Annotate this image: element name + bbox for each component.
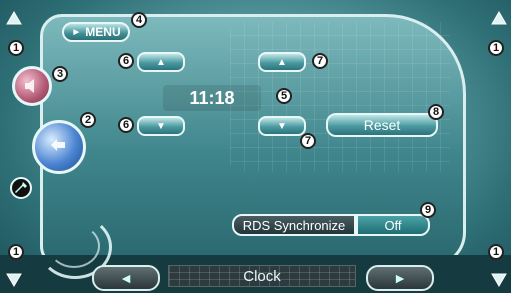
left-triangle-icon: ◄ — [119, 270, 133, 286]
callout-8: 8 — [428, 104, 444, 120]
callout-9: 9 — [420, 202, 436, 218]
speaker-icon — [25, 79, 34, 93]
scroll-down-arrow-icon[interactable] — [490, 270, 508, 288]
scroll-down-arrow-icon[interactable] — [5, 270, 23, 288]
down-triangle-icon: ▼ — [156, 120, 166, 132]
callout-5: 5 — [276, 88, 292, 104]
decorative-swirl — [48, 224, 100, 268]
settings-button[interactable] — [10, 177, 32, 199]
hour-down-button[interactable]: ▼ — [137, 116, 185, 136]
time-display: 11:18 — [163, 85, 261, 111]
right-triangle-icon: ► — [393, 270, 407, 286]
background-mosaic — [230, 22, 450, 172]
minute-down-button[interactable]: ▼ — [258, 116, 306, 136]
hour-up-button[interactable]: ▲ — [137, 52, 185, 72]
callout-1: 1 — [488, 244, 504, 260]
callout-1: 1 — [8, 244, 24, 260]
down-triangle-icon: ▼ — [277, 120, 287, 132]
rds-synchronize-value[interactable]: Off — [356, 214, 430, 236]
audio-button[interactable] — [12, 66, 52, 106]
play-triangle-icon: ► — [71, 26, 82, 38]
clock-settings-screen: ► MENU ▲ ▲ 11:18 ▼ ▼ Reset RDS Synchroni… — [0, 0, 511, 293]
callout-7: 7 — [312, 53, 328, 69]
scroll-up-arrow-icon[interactable] — [5, 10, 23, 28]
callout-2: 2 — [80, 112, 96, 128]
rds-synchronize-control: RDS Synchronize Off — [232, 214, 430, 236]
wrench-icon — [15, 182, 27, 193]
callout-4: 4 — [131, 12, 147, 28]
up-triangle-icon: ▲ — [156, 56, 166, 68]
return-arrow-icon — [51, 139, 65, 151]
back-button[interactable] — [32, 120, 86, 174]
footer-title: Clock — [168, 265, 356, 287]
reset-button[interactable]: Reset — [326, 113, 438, 137]
menu-button[interactable]: ► MENU — [62, 22, 130, 42]
callout-1: 1 — [488, 40, 504, 56]
scroll-up-arrow-icon[interactable] — [490, 10, 508, 28]
minute-up-button[interactable]: ▲ — [258, 52, 306, 72]
callout-6: 6 — [118, 117, 134, 133]
callout-1: 1 — [8, 40, 24, 56]
previous-button[interactable]: ◄ — [92, 265, 160, 291]
up-triangle-icon: ▲ — [277, 56, 287, 68]
menu-label: MENU — [85, 25, 121, 39]
callout-6: 6 — [118, 53, 134, 69]
callout-7: 7 — [300, 133, 316, 149]
callout-3: 3 — [52, 66, 68, 82]
rds-synchronize-label[interactable]: RDS Synchronize — [232, 214, 356, 236]
next-button[interactable]: ► — [366, 265, 434, 291]
